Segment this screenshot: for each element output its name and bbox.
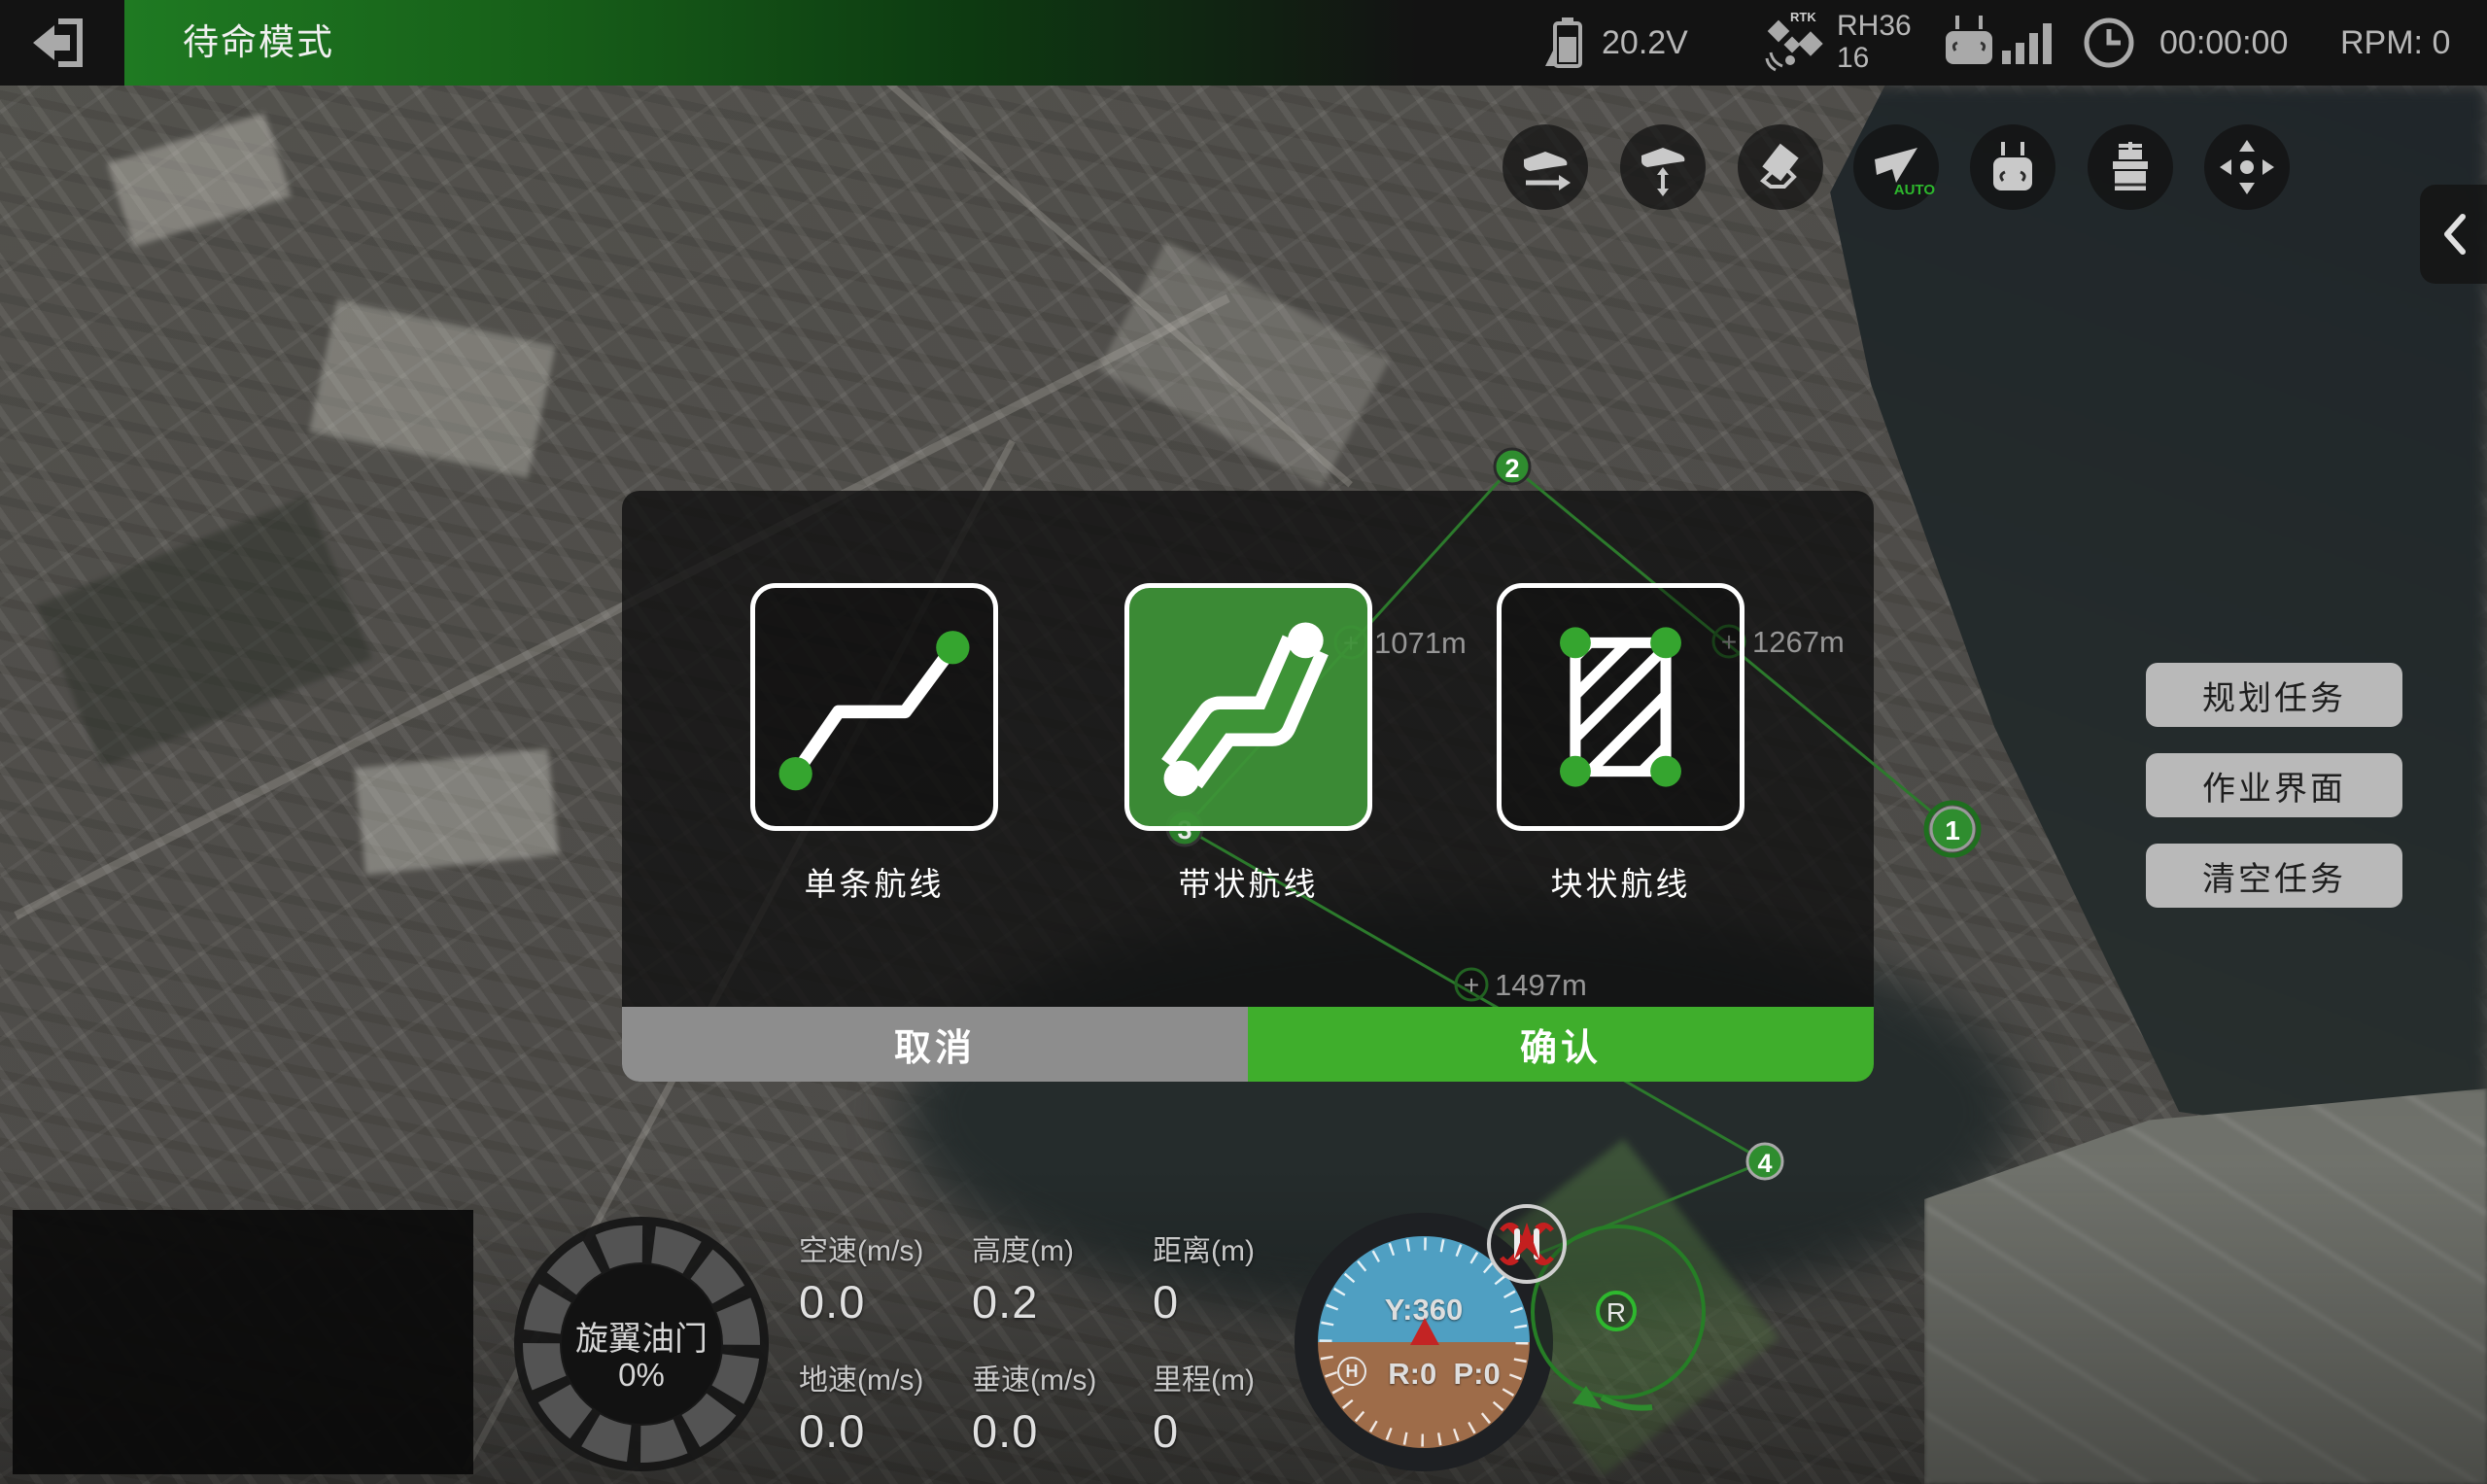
- telemetry-col-airspeed: 空速(m/s) 0.0 地速(m/s) 0.0: [799, 1226, 923, 1458]
- pan-dpad-icon: [2218, 138, 2276, 196]
- block-route-icon: [1502, 588, 1740, 826]
- back-exit-icon[interactable]: [29, 16, 97, 70]
- plan-task-button[interactable]: 规划任务: [2146, 663, 2402, 727]
- plane-altitude-icon: [1634, 138, 1692, 196]
- telemetry-col-altitude: 高度(m) 0.2 垂速(m/s) 0.0: [972, 1226, 1096, 1458]
- telemetry-col-distance: 距离(m) 0 里程(m) 0: [1153, 1226, 1255, 1458]
- eraser-button[interactable]: [1738, 124, 1823, 210]
- top-status-bar: 待命模式 20.2V RTK RH36 16: [0, 0, 2487, 86]
- plane-forward-icon: [1516, 138, 1574, 196]
- app-root: + 1071m + 1267m + 1497m 2 3 4 1: [0, 0, 2487, 1484]
- battery-icon: [1543, 16, 1588, 70]
- mileage-label: 里程(m): [1153, 1356, 1255, 1398]
- option-label-block: 块状航线: [1497, 858, 1744, 905]
- map-building-patch: [355, 748, 559, 875]
- signal-bars-icon: [2000, 21, 2056, 64]
- distance-label: 距离(m): [1153, 1226, 1255, 1269]
- pump-settings-button[interactable]: [2088, 124, 2173, 210]
- roll-pitch-readout: R:0 P:0: [1376, 1357, 1512, 1392]
- vspeed-label: 垂速(m/s): [972, 1356, 1096, 1398]
- throttle-label: 旋翼油门: [529, 1312, 754, 1360]
- airspeed-label: 空速(m/s): [799, 1226, 923, 1269]
- rpm-readout: RPM: 0: [2340, 0, 2450, 86]
- throttle-value: 0%: [529, 1357, 754, 1394]
- auto-label: AUTO: [1894, 182, 1935, 198]
- option-strip-route[interactable]: [1124, 583, 1372, 831]
- route-type-dialog: 单条航线 带状航线 块状航线 取消 确认: [622, 491, 1874, 1082]
- chevron-left-icon: [2441, 213, 2467, 256]
- fpv-video-panel[interactable]: [13, 1210, 473, 1474]
- pump-icon: [2101, 138, 2159, 196]
- rtk-station-name: RH36 16: [1837, 10, 1912, 74]
- confirm-button[interactable]: 确认: [1248, 1007, 1874, 1082]
- option-label-single: 单条航线: [750, 858, 998, 905]
- option-single-route[interactable]: [750, 583, 998, 831]
- altitude-value: 0.2: [972, 1275, 1096, 1329]
- rtk-name: RH36: [1837, 10, 1912, 42]
- groundspeed-label: 地速(m/s): [799, 1356, 923, 1398]
- distance-value: 0: [1153, 1275, 1255, 1329]
- auto-mode-button[interactable]: AUTO: [1853, 124, 1939, 210]
- collapse-panel-button[interactable]: [2420, 185, 2487, 284]
- cancel-button[interactable]: 取消: [622, 1007, 1248, 1082]
- work-screen-button[interactable]: 作业界面: [2146, 753, 2402, 817]
- groundspeed-value: 0.0: [799, 1404, 923, 1458]
- remote-controller-icon: [1942, 14, 1996, 68]
- pan-map-button[interactable]: [2204, 124, 2290, 210]
- remote-controller-icon: [1984, 138, 2042, 196]
- attitude-pointer: [1410, 1318, 1439, 1345]
- clock-icon: [2082, 16, 2136, 70]
- option-label-strip: 带状航线: [1124, 858, 1372, 905]
- rtk-badge: RTK: [1790, 10, 1816, 24]
- plane-altitude-button[interactable]: [1620, 124, 1706, 210]
- eraser-icon: [1751, 138, 1810, 196]
- single-route-icon: [755, 588, 993, 826]
- airspeed-value: 0.0: [799, 1275, 923, 1329]
- home-point-icon: H: [1337, 1357, 1366, 1386]
- mileage-value: 0: [1153, 1404, 1255, 1458]
- rtk-count: 16: [1837, 42, 1912, 74]
- strip-route-icon: [1129, 588, 1367, 826]
- flight-mode-label: 待命模式: [183, 0, 334, 86]
- flight-timer: 00:00:00: [2159, 0, 2288, 86]
- rtk-satellite-icon[interactable]: RTK: [1757, 10, 1831, 74]
- vspeed-value: 0.0: [972, 1404, 1096, 1458]
- altitude-label: 高度(m): [972, 1226, 1096, 1269]
- option-block-route[interactable]: [1497, 583, 1744, 831]
- remote-settings-button[interactable]: [1970, 124, 2055, 210]
- clear-task-button[interactable]: 清空任务: [2146, 844, 2402, 908]
- battery-voltage: 20.2V: [1602, 0, 1688, 86]
- plane-forward-button[interactable]: [1503, 124, 1588, 210]
